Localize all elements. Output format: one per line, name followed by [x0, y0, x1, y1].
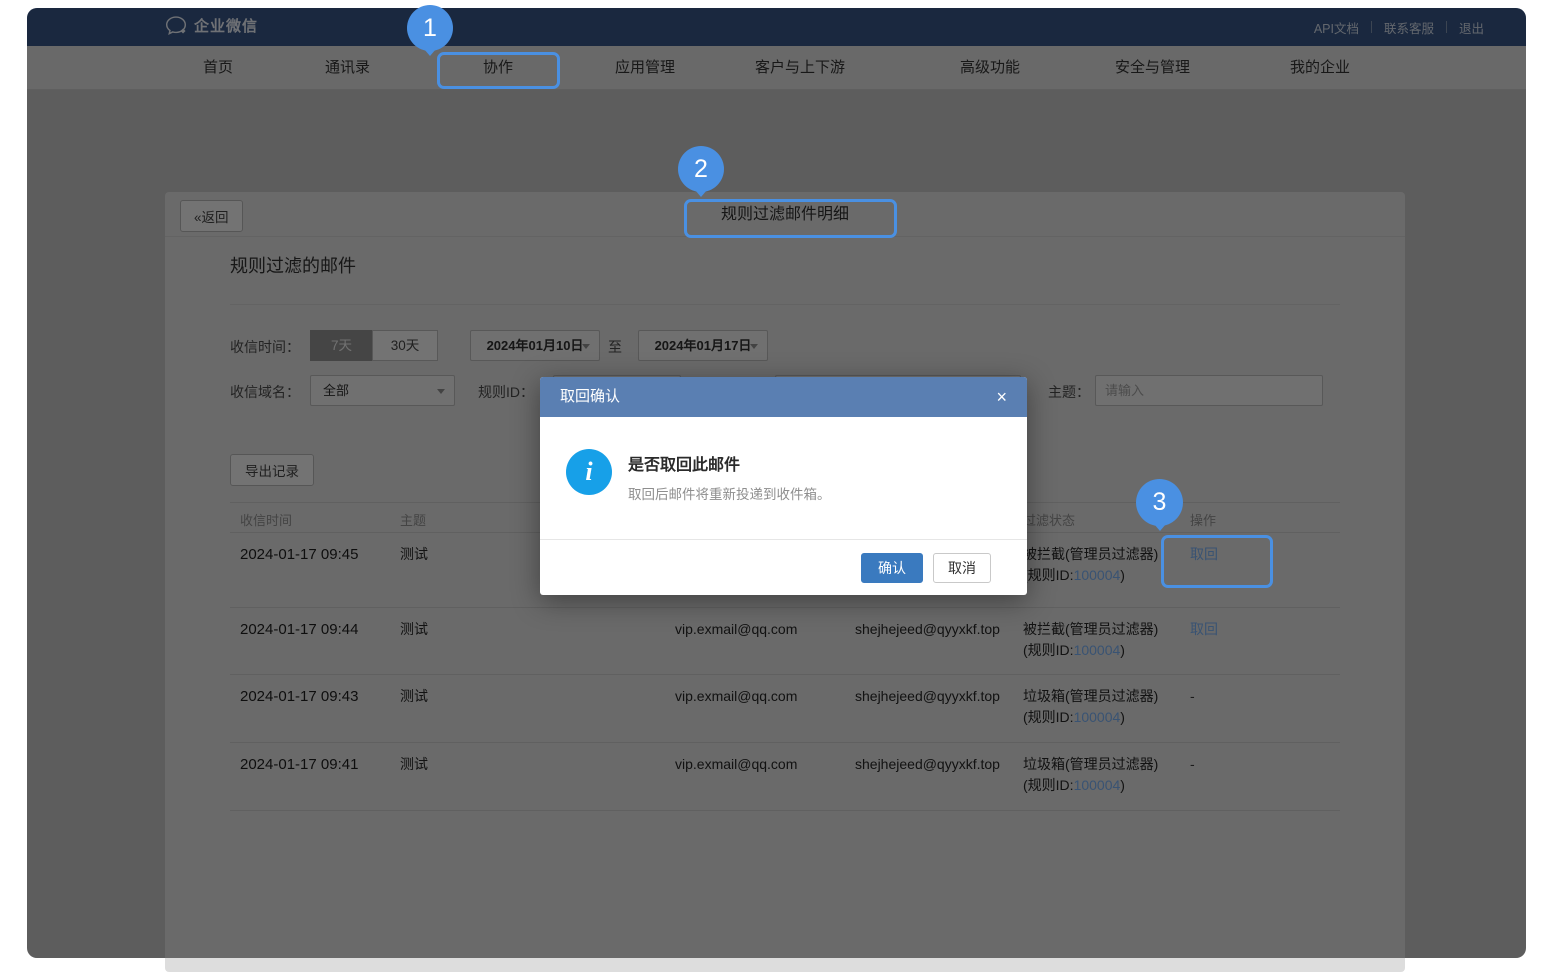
- dialog-description: 取回后邮件将重新投递到收件箱。: [628, 483, 831, 503]
- dialog-body: i 是否取回此邮件 取回后邮件将重新投递到收件箱。: [540, 417, 1027, 503]
- annotation-box-collaboration: [437, 52, 560, 89]
- balloon-tail-icon: [1154, 524, 1166, 531]
- annotation-balloon-2: 2: [678, 146, 724, 192]
- close-icon[interactable]: ×: [990, 377, 1013, 417]
- dialog-footer: 确认 取消: [540, 539, 1027, 595]
- dialog-header: 取回确认 ×: [540, 377, 1027, 417]
- balloon-tail-icon: [695, 190, 707, 197]
- annotation-step-number: 2: [694, 155, 708, 183]
- annotation-balloon-3: 3: [1136, 479, 1183, 526]
- recall-confirm-dialog: 取回确认 × i 是否取回此邮件 取回后邮件将重新投递到收件箱。 确认 取消: [540, 377, 1027, 595]
- annotation-box-page-title: [684, 199, 897, 238]
- cancel-button[interactable]: 取消: [933, 553, 991, 583]
- annotation-box-recall: [1161, 535, 1273, 588]
- annotation-step-number: 3: [1153, 488, 1167, 516]
- info-icon: i: [566, 449, 612, 495]
- screenshot-canvas: 企业微信 API文档 联系客服 退出 首页 通讯录 协作 1 应用: [0, 0, 1553, 973]
- balloon-tail-icon: [424, 49, 436, 56]
- confirm-button[interactable]: 确认: [861, 553, 923, 583]
- annotation-step-number: 1: [423, 14, 437, 42]
- annotation-balloon-1: 1: [407, 5, 453, 51]
- dialog-message: 是否取回此邮件 取回后邮件将重新投递到收件箱。: [628, 449, 831, 503]
- dialog-title: 取回确认: [560, 377, 620, 417]
- dialog-question: 是否取回此邮件: [628, 451, 831, 475]
